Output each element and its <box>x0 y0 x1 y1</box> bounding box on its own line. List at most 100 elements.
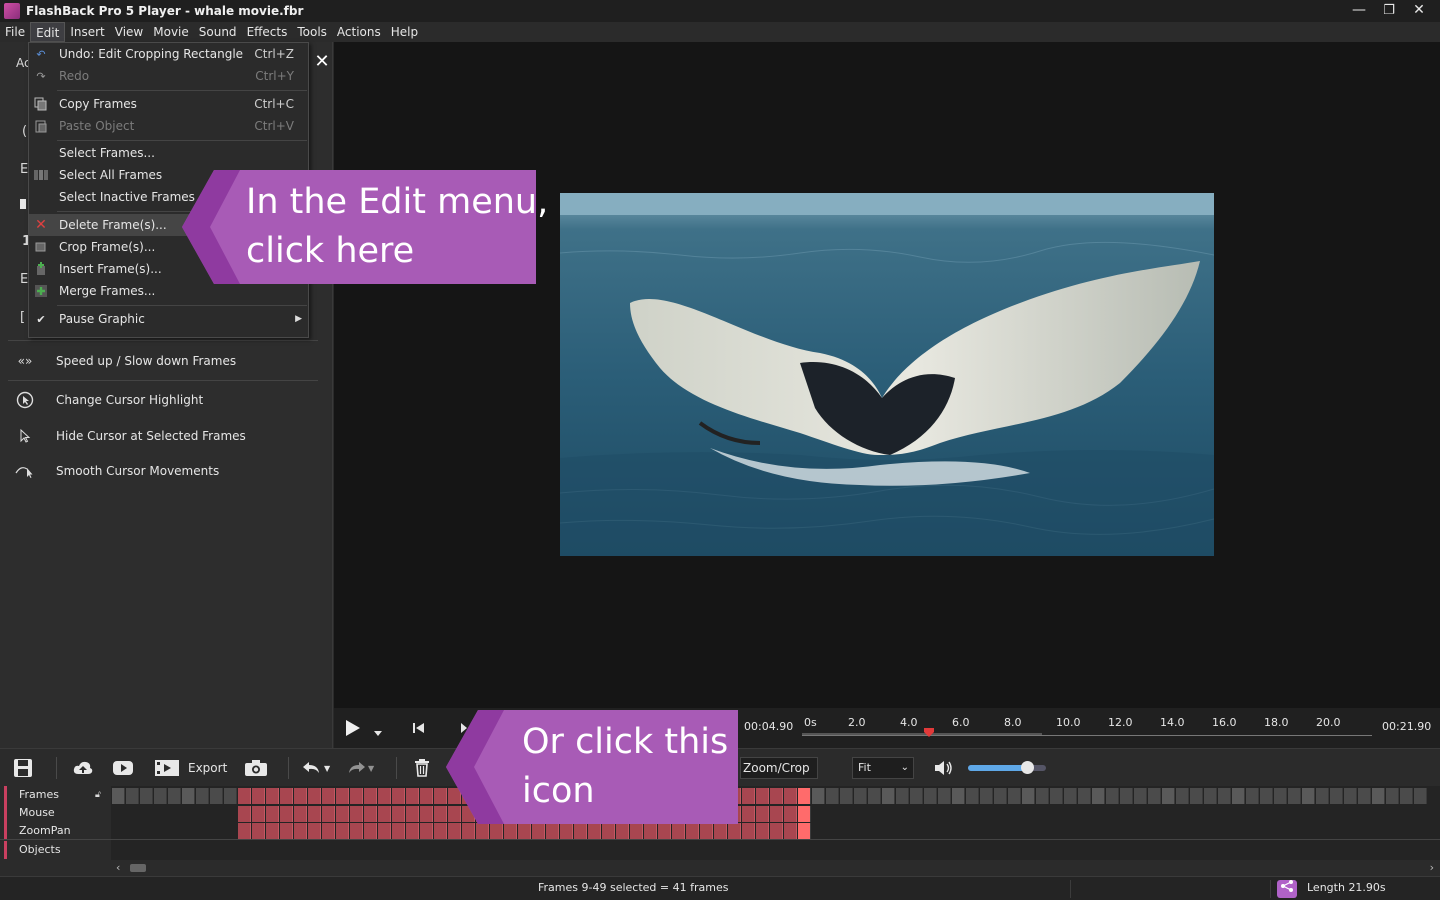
frame-cell[interactable] <box>714 823 727 839</box>
frame-cell[interactable] <box>238 788 251 804</box>
menu-movie[interactable]: Movie <box>148 22 194 42</box>
frame-cell[interactable] <box>434 823 447 839</box>
frame-cell[interactable] <box>1288 788 1301 804</box>
frame-cell[interactable] <box>602 823 615 839</box>
frame-cell[interactable] <box>1078 788 1091 804</box>
frame-cell[interactable] <box>1372 788 1385 804</box>
frame-cell[interactable] <box>784 806 797 822</box>
frame-cell[interactable] <box>1008 788 1021 804</box>
frames-track-row[interactable] <box>112 788 1428 804</box>
frame-cell[interactable] <box>868 788 881 804</box>
frame-cell[interactable] <box>252 806 265 822</box>
frame-cell[interactable] <box>210 788 223 804</box>
frame-cell[interactable] <box>938 788 951 804</box>
frame-cell[interactable] <box>126 788 139 804</box>
frame-cell[interactable] <box>280 806 293 822</box>
frame-cell[interactable] <box>560 823 573 839</box>
frame-cell[interactable] <box>350 806 363 822</box>
frame-cell[interactable] <box>280 788 293 804</box>
frame-cell[interactable] <box>1344 788 1357 804</box>
scrollbar-thumb[interactable] <box>130 864 146 872</box>
cursor-highlight-item[interactable]: Change Cursor Highlight <box>14 391 203 409</box>
frame-cell[interactable] <box>168 788 181 804</box>
minimize-button[interactable]: — <box>1344 0 1374 22</box>
frame-cell[interactable] <box>854 788 867 804</box>
frame-cell[interactable] <box>742 823 755 839</box>
scroll-right-icon[interactable]: › <box>1430 861 1434 874</box>
menu-edit[interactable]: Edit <box>30 22 66 42</box>
frame-cell[interactable] <box>1246 788 1259 804</box>
youtube-button[interactable] <box>112 757 134 779</box>
frame-cell[interactable] <box>1386 788 1399 804</box>
menu-paste-object-item[interactable]: Paste Object Ctrl+V <box>29 115 308 137</box>
frame-cell[interactable] <box>1120 788 1133 804</box>
frame-cell[interactable] <box>1274 788 1287 804</box>
frame-cell[interactable] <box>994 788 1007 804</box>
frame-cell[interactable] <box>1022 788 1035 804</box>
frame-cell[interactable] <box>896 788 909 804</box>
save-button[interactable] <box>12 757 34 779</box>
frame-cell[interactable] <box>1036 788 1049 804</box>
frame-cell[interactable] <box>644 823 657 839</box>
frame-cell[interactable] <box>308 823 321 839</box>
frame-cell[interactable] <box>1330 788 1343 804</box>
frame-cell[interactable] <box>308 806 321 822</box>
frame-cell[interactable] <box>1064 788 1077 804</box>
frame-cell[interactable] <box>420 823 433 839</box>
frame-cell[interactable] <box>448 823 461 839</box>
frame-cell[interactable] <box>686 823 699 839</box>
frame-cell[interactable] <box>924 788 937 804</box>
frame-cell[interactable] <box>378 823 391 839</box>
frame-cell[interactable] <box>1106 788 1119 804</box>
frame-cell[interactable] <box>812 788 825 804</box>
redo-button[interactable]: ▼ <box>346 757 374 779</box>
close-panel-button[interactable]: ✕ <box>312 52 332 72</box>
frame-cell[interactable] <box>770 806 783 822</box>
frame-cell[interactable] <box>420 788 433 804</box>
frame-cell[interactable] <box>1358 788 1371 804</box>
frame-cell[interactable] <box>882 788 895 804</box>
frame-cell[interactable] <box>252 788 265 804</box>
frame-cell[interactable] <box>238 806 251 822</box>
menu-file[interactable]: File <box>0 22 30 42</box>
frame-cell[interactable] <box>1148 788 1161 804</box>
frame-cell[interactable] <box>336 823 349 839</box>
frame-cell[interactable] <box>364 806 377 822</box>
menu-copy-frames-item[interactable]: Copy Frames Ctrl+C <box>29 93 308 115</box>
go-to-start-button[interactable] <box>412 722 426 737</box>
zoom-fit-select[interactable]: Fit ⌄ <box>852 757 914 779</box>
frame-cell[interactable] <box>154 788 167 804</box>
frame-cell[interactable] <box>504 823 517 839</box>
frame-cell[interactable] <box>798 788 811 804</box>
menu-undo-item[interactable]: ↶ Undo: Edit Cropping Rectangle Ctrl+Z <box>29 43 308 65</box>
menu-sound[interactable]: Sound <box>194 22 242 42</box>
frame-cell[interactable] <box>1260 788 1273 804</box>
frame-cell[interactable] <box>406 806 419 822</box>
frame-cell[interactable] <box>224 788 237 804</box>
frame-cell[interactable] <box>420 806 433 822</box>
frame-cell[interactable] <box>1302 788 1315 804</box>
snapshot-button[interactable] <box>244 757 268 779</box>
smooth-cursor-item[interactable]: Smooth Cursor Movements <box>14 462 219 480</box>
frame-cell[interactable] <box>294 788 307 804</box>
frame-cell[interactable] <box>336 788 349 804</box>
frame-cell[interactable] <box>798 806 811 822</box>
frame-cell[interactable] <box>350 788 363 804</box>
frame-cell[interactable] <box>728 823 741 839</box>
delete-frames-button[interactable] <box>414 757 430 779</box>
timeline-scrollbar[interactable]: ‹ › <box>112 860 1440 876</box>
menu-pause-graphic-item[interactable]: ✔ Pause Graphic ▶ <box>29 308 308 330</box>
frame-cell[interactable] <box>364 823 377 839</box>
close-window-button[interactable]: ✕ <box>1404 0 1434 22</box>
frame-cell[interactable] <box>574 823 587 839</box>
frame-cell[interactable] <box>392 806 405 822</box>
undo-dropdown-icon[interactable]: ▼ <box>324 764 330 773</box>
frame-cell[interactable] <box>266 823 279 839</box>
scroll-left-icon[interactable]: ‹ <box>116 861 120 874</box>
menu-view[interactable]: View <box>110 22 148 42</box>
frame-cell[interactable] <box>140 788 153 804</box>
frame-cell[interactable] <box>378 788 391 804</box>
frame-cell[interactable] <box>784 788 797 804</box>
frame-cell[interactable] <box>966 788 979 804</box>
frame-cell[interactable] <box>1134 788 1147 804</box>
